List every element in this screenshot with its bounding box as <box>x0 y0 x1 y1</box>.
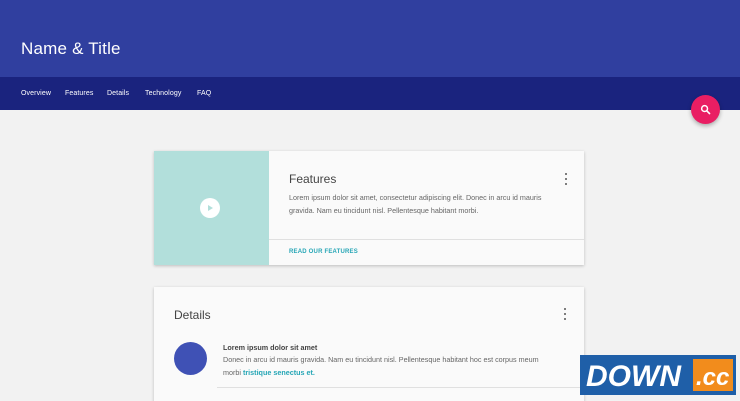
watermark-logo: DOWN .cc <box>580 355 736 395</box>
play-button[interactable] <box>200 198 220 218</box>
item-link[interactable]: tristique senectus et. <box>243 368 315 377</box>
divider <box>217 387 584 388</box>
item-text: Donec in arcu id mauris gravida. Nam eu … <box>223 354 553 379</box>
features-text: Lorem ipsum dolor sit amet, consectetur … <box>289 193 542 215</box>
details-title: Details <box>174 308 211 322</box>
features-card: Features Lorem ipsum dolor sit amet, con… <box>154 151 584 265</box>
read-features-link[interactable]: READ OUR FEATURES <box>289 249 358 255</box>
avatar <box>174 342 207 375</box>
more-vert-icon[interactable] <box>563 173 569 185</box>
tab-faq[interactable]: FAQ <box>197 90 211 97</box>
item-heading: Lorem ipsum dolor sit amet <box>223 343 318 352</box>
details-card: Details Lorem ipsum dolor sit amet Donec… <box>154 287 584 401</box>
search-icon <box>700 104 711 115</box>
search-button[interactable] <box>691 95 720 124</box>
svg-text:DOWN: DOWN <box>586 360 682 393</box>
divider <box>269 239 584 240</box>
features-title: Features <box>289 172 337 186</box>
play-icon <box>208 205 213 211</box>
nav-bar: Overview Features Details Technology FAQ <box>0 77 740 110</box>
more-vert-icon[interactable] <box>562 308 568 320</box>
tab-features[interactable]: Features <box>65 90 93 97</box>
tab-details[interactable]: Details <box>107 90 129 97</box>
card-media <box>154 151 269 265</box>
svg-text:.cc: .cc <box>696 364 729 391</box>
tab-technology[interactable]: Technology <box>145 90 181 97</box>
page-title: Name & Title <box>21 39 121 58</box>
app-header: Name & Title <box>0 0 740 77</box>
tab-overview[interactable]: Overview <box>21 90 51 97</box>
